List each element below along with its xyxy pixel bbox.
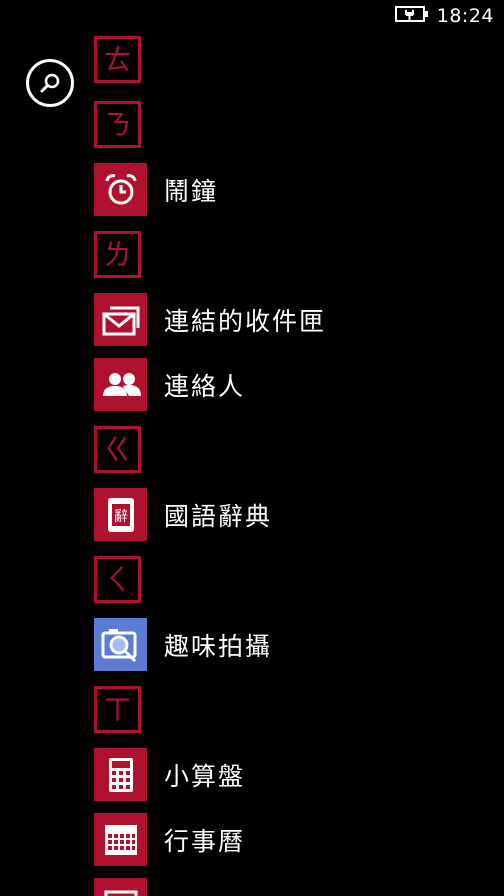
app-label: 連絡人: [164, 371, 246, 401]
app-list-screen: 18:24 ㄊ ㄋ 鬧鐘 ㄌ 連結的收件匣 連絡人 ㄍ 辭 國語辭典 ㄑ 趣味拍…: [0, 0, 504, 896]
search-button[interactable]: [26, 59, 74, 107]
app-label: 小算盤: [164, 761, 246, 791]
group-letter-tile[interactable]: ㄋ: [94, 101, 141, 148]
group-header-row[interactable]: ㄋ: [94, 98, 494, 151]
app-item-contacts[interactable]: 連絡人: [94, 358, 494, 411]
app-item-calendar[interactable]: 行事曆: [94, 813, 494, 866]
app-item-partial[interactable]: [94, 878, 494, 896]
status-bar: 18:24: [394, 0, 504, 32]
search-icon: [40, 73, 60, 93]
app-tile[interactable]: [94, 813, 147, 866]
group-header-row[interactable]: ㄑ: [94, 553, 494, 606]
app-item-fun-camera[interactable]: 趣味拍攝: [94, 618, 494, 671]
linked-inbox-icon: [102, 306, 139, 335]
group-letter-tile[interactable]: ㄒ: [94, 686, 141, 733]
calendar-icon: [104, 824, 137, 855]
group-header-row[interactable]: ㄒ: [94, 683, 494, 736]
svg-text:辭: 辭: [114, 509, 128, 525]
app-label: 行事曆: [164, 826, 246, 856]
group-letter-tile[interactable]: ㄌ: [94, 231, 141, 278]
group-header-row[interactable]: ㄍ: [94, 423, 494, 476]
group-header-row[interactable]: ㄊ: [94, 33, 494, 86]
app-tile[interactable]: [94, 358, 147, 411]
app-tile[interactable]: [94, 878, 147, 896]
window-icon: [104, 890, 137, 896]
dictionary-book-icon: 辭: [107, 497, 134, 532]
app-item-linked-inbox[interactable]: 連結的收件匣: [94, 293, 494, 346]
app-label: 趣味拍攝: [164, 631, 273, 661]
app-tile[interactable]: 辭: [94, 488, 147, 541]
app-label: 鬧鐘: [164, 176, 219, 206]
app-label: 連結的收件匣: [164, 306, 327, 336]
app-item-dictionary[interactable]: 辭 國語辭典: [94, 488, 494, 541]
app-tile[interactable]: [94, 163, 147, 216]
group-letter-tile[interactable]: ㄊ: [94, 36, 141, 83]
app-tile[interactable]: [94, 748, 147, 801]
app-tile[interactable]: [94, 293, 147, 346]
app-label: 國語辭典: [164, 501, 273, 531]
clock-time: 18:24: [436, 5, 494, 27]
app-tile[interactable]: [94, 618, 147, 671]
calculator-icon: [108, 757, 133, 792]
battery-charging-icon: [394, 4, 429, 28]
app-item-calculator[interactable]: 小算盤: [94, 748, 494, 801]
app-item-alarm[interactable]: 鬧鐘: [94, 163, 494, 216]
group-letter-tile[interactable]: ㄍ: [94, 426, 141, 473]
camera-search-icon: [101, 628, 136, 662]
group-letter-tile[interactable]: ㄑ: [94, 556, 141, 603]
alarm-clock-icon: [105, 173, 136, 204]
group-header-row[interactable]: ㄌ: [94, 228, 494, 281]
people-icon: [102, 372, 141, 396]
